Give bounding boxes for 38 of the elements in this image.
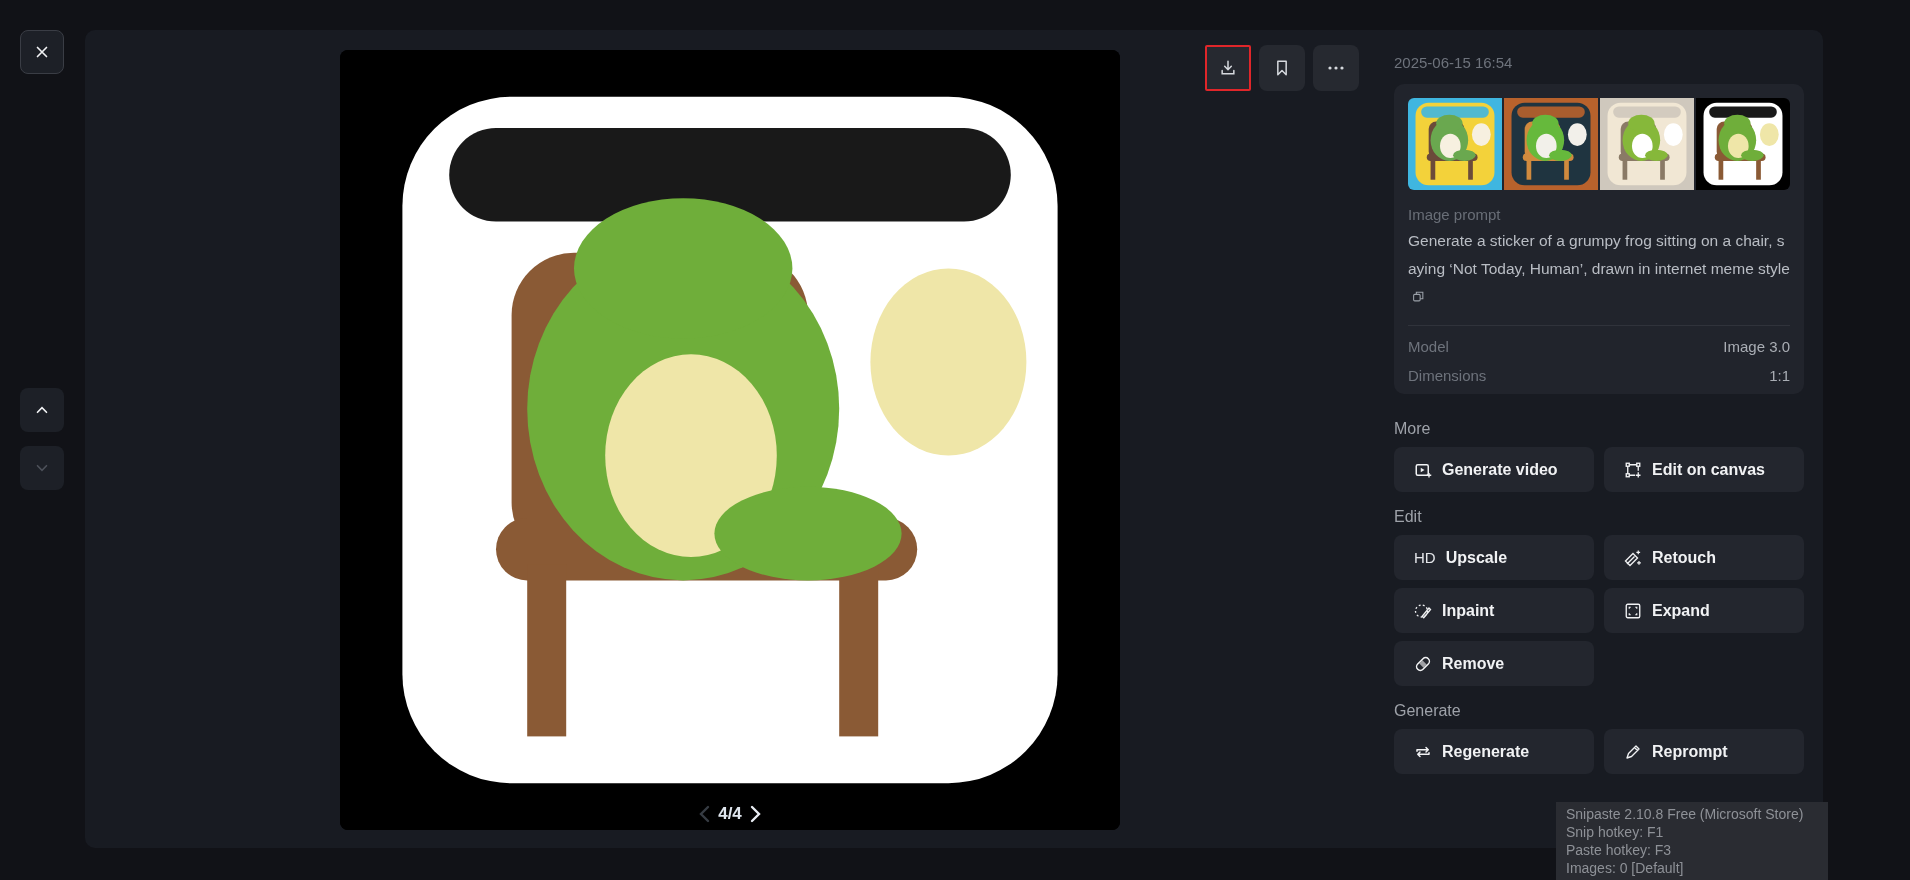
timestamp: 2025-06-15 16:54 <box>1394 54 1514 71</box>
magic-wand-icon <box>1624 548 1642 567</box>
brush-icon <box>1414 601 1432 620</box>
prompt-text: Generate a sticker of a grumpy frog sitting on a chair, saying ‘Not Today, Human’, drawn in internet meme style <box>1408 232 1790 277</box>
tooltip-line: Snip hotkey: F1 <box>1566 823 1665 841</box>
action-button[interactable]: Regenerate <box>1394 729 1594 774</box>
download-button[interactable] <box>1205 45 1251 91</box>
section-title: Generate <box>1394 702 1462 720</box>
property-label: Dimensions <box>1408 367 1487 384</box>
tooltip-line: Images: 0 [Default] <box>1566 859 1685 877</box>
bandage-icon <box>1414 654 1432 673</box>
property-label: Model <box>1408 338 1449 355</box>
prompt-label: Image prompt <box>1408 206 1502 223</box>
action-button[interactable]: Generate video <box>1394 447 1594 492</box>
action-button[interactable]: Edit on canvas <box>1604 447 1804 492</box>
section-title: More <box>1394 420 1432 438</box>
next-image-button[interactable] <box>749 805 761 823</box>
bookmark-button[interactable] <box>1259 45 1305 91</box>
page-counter: 4/4 <box>718 804 742 824</box>
chevron-right-icon <box>749 805 761 823</box>
expand-icon <box>1624 601 1642 620</box>
close-button[interactable] <box>20 30 64 74</box>
chevron-left-icon <box>699 805 711 823</box>
canvas-frame-icon <box>1624 460 1642 479</box>
property-value: Image 3.0 <box>1723 338 1790 355</box>
download-icon <box>1218 58 1238 78</box>
action-button[interactable]: Reprompt <box>1604 729 1804 774</box>
action-button[interactable]: Inpaint <box>1394 588 1594 633</box>
tooltip-line: Snipaste 2.10.8 Free (Microsoft Store) <box>1566 805 1805 823</box>
property-value: 1:1 <box>1769 367 1790 384</box>
section-title: Edit <box>1394 508 1423 526</box>
action-button[interactable]: Expand <box>1604 588 1804 633</box>
action-button[interactable]: Remove <box>1394 641 1594 686</box>
action-button[interactable]: Retouch <box>1604 535 1804 580</box>
hd-label: HD <box>1414 549 1436 566</box>
more-icon <box>1328 66 1344 70</box>
action-button[interactable]: HD Upscale <box>1394 535 1594 580</box>
tooltip-line: Paste hotkey: F3 <box>1566 841 1673 859</box>
